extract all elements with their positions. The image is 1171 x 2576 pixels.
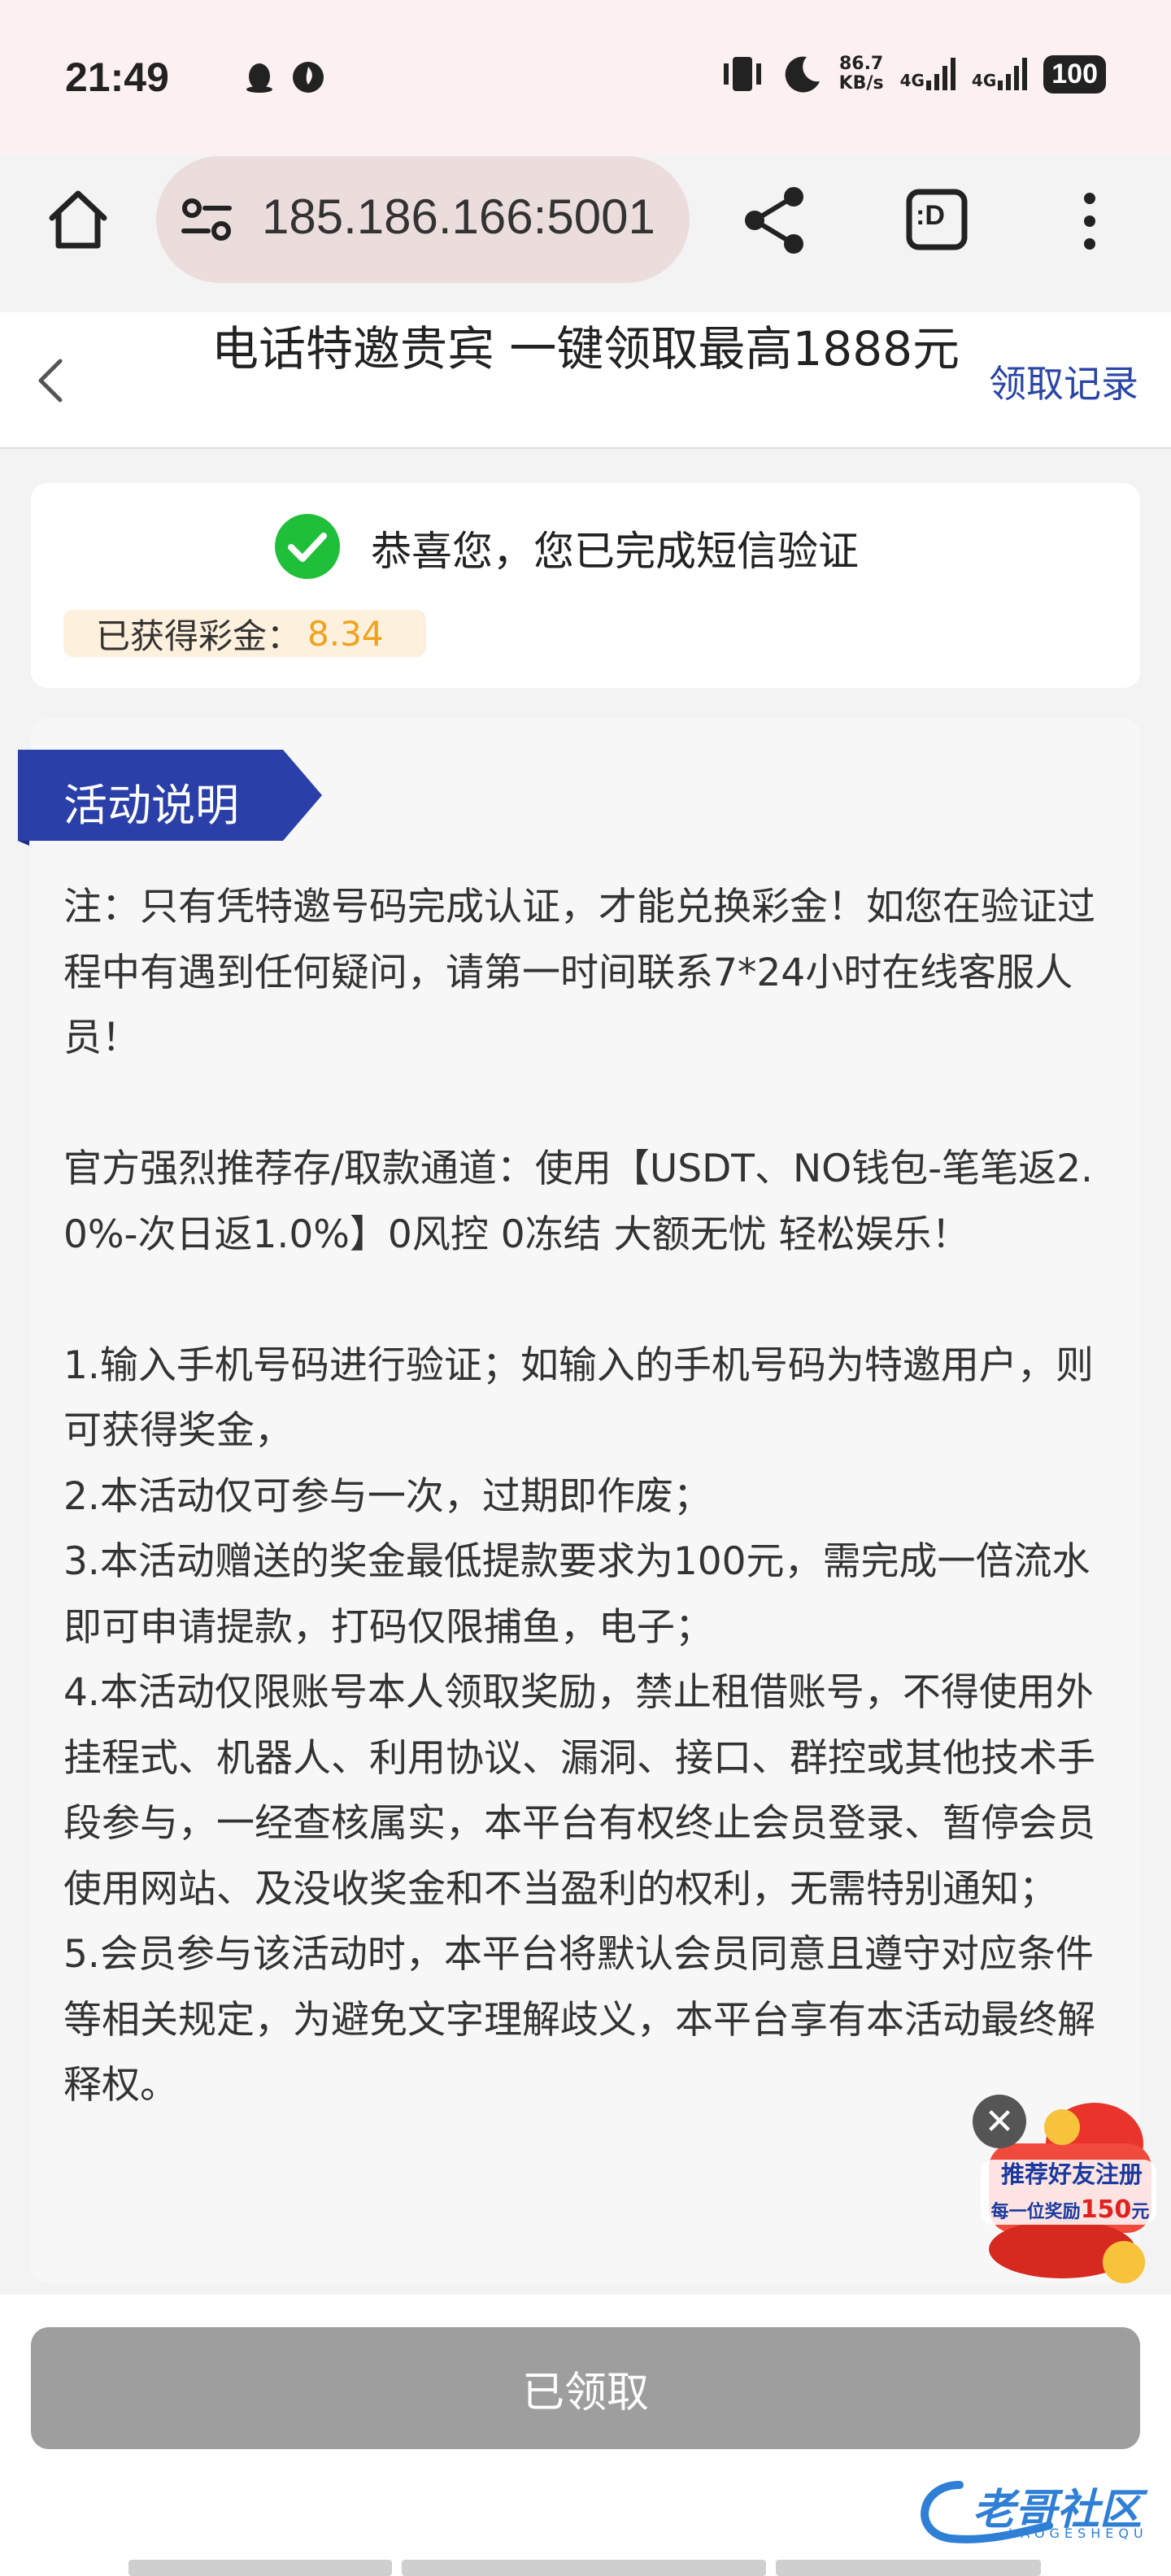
signal-2: 4G bbox=[971, 58, 1028, 90]
battery-icon: 100 bbox=[1043, 54, 1106, 94]
gesture-bar-segment bbox=[776, 2560, 1041, 2576]
promo-close-button[interactable]: ✕ bbox=[973, 2095, 1026, 2148]
page-header: 电话特邀贵宾 一键领取最高1888元 领取记录 bbox=[0, 312, 1171, 449]
activity-body: 注：只有凭特邀号码完成认证，才能兑换彩金！如您在验证过程中有遇到任何疑问，请第一… bbox=[63, 875, 1112, 2119]
promo-title[interactable]: 推荐好友注册 bbox=[982, 2160, 1161, 2189]
activity-rule-3: 3.本活动赠送的奖金最低提款要求为100元，需完成一倍流水即可申请提款，打码仅限… bbox=[63, 1539, 1090, 1650]
promo-reward-unit: 元 bbox=[1131, 2202, 1150, 2222]
net-speed-unit: KB/s bbox=[838, 73, 884, 94]
bonus-label: 已获得彩金： bbox=[96, 616, 302, 656]
back-arrow-icon[interactable] bbox=[33, 355, 68, 407]
success-message: 恭喜您，您已完成短信验证 bbox=[371, 528, 859, 575]
activity-rule-2: 2.本活动仅可参与一次，过期即作废； bbox=[63, 1473, 712, 1519]
activity-note: 注：只有凭特邀号码完成认证，才能兑换彩金！如您在验证过程中有遇到任何疑问，请第一… bbox=[63, 885, 1095, 1060]
flame-app-icon bbox=[293, 62, 324, 93]
vibrate-icon bbox=[723, 57, 761, 91]
verification-success-card: 恭喜您，您已完成短信验证 已获得彩金： 8.34 bbox=[31, 483, 1140, 688]
address-bar[interactable]: 185.186.166:5001 bbox=[156, 156, 690, 283]
status-bar: 21:49 86.7 KB/s 4G 4G 100 bbox=[0, 0, 1171, 154]
share-icon[interactable] bbox=[738, 184, 810, 257]
moon-icon bbox=[785, 56, 820, 93]
signal-icon bbox=[998, 58, 1028, 90]
more-menu-icon[interactable] bbox=[1073, 189, 1106, 254]
gesture-bar-segment bbox=[402, 2560, 766, 2576]
activity-rule-5: 5.会员参与该活动时，本平台将默认会员同意且遵守对应条件等相关规定，为避免文字理… bbox=[63, 1932, 1095, 2108]
home-icon[interactable] bbox=[46, 187, 111, 252]
net-speed-value: 86.7 bbox=[838, 54, 884, 74]
signal-icon bbox=[925, 58, 956, 90]
notification-icons bbox=[242, 60, 325, 94]
qq-penguin-icon bbox=[246, 63, 272, 93]
check-circle-icon bbox=[275, 514, 340, 579]
promo-reward-prefix: 每一位奖励 bbox=[990, 2202, 1081, 2222]
gesture-bar-segment bbox=[128, 2560, 392, 2576]
activity-tag: 活动说明 bbox=[18, 750, 322, 846]
signal-1-label: 4G bbox=[899, 71, 925, 90]
tabs-label: :D bbox=[916, 200, 945, 231]
promo-reward-amount: 150 bbox=[1080, 2195, 1132, 2224]
page-title: 电话特邀贵宾 一键领取最高1888元 bbox=[211, 321, 960, 376]
signal-1: 4G bbox=[900, 58, 956, 90]
tabs-button[interactable]: :D bbox=[904, 187, 969, 252]
url-text[interactable]: 185.186.166:5001 bbox=[262, 189, 668, 245]
activity-rule-1: 1.输入手机号码进行验证；如输入的手机号码为特邀用户，则可获得奖金， bbox=[63, 1342, 1094, 1454]
net-speed: 86.7 KB/s bbox=[839, 54, 884, 94]
promo-reward[interactable]: 每一位奖励150元 bbox=[989, 2195, 1151, 2224]
bonus-value: 8.34 bbox=[307, 613, 384, 654]
status-time: 21:49 bbox=[65, 54, 169, 100]
site-settings-icon[interactable] bbox=[181, 197, 233, 242]
claim-records-link[interactable]: 领取记录 bbox=[989, 355, 1138, 408]
activity-tag-label: 活动说明 bbox=[63, 780, 239, 831]
system-icons: 86.7 KB/s 4G 4G 100 bbox=[719, 54, 1106, 94]
activity-recommend: 官方强烈推荐存/取款通道：使用【USDT、NO钱包-笔笔返2.0%-次日返1.0… bbox=[63, 1147, 1093, 1257]
watermark-subtext: LAOGESHEQU bbox=[1008, 2526, 1148, 2541]
activity-rule-4: 4.本活动仅限账号本人领取奖励，禁止租借账号，不得使用外挂程式、机器人、利用协议… bbox=[63, 1670, 1095, 1912]
claimed-button[interactable]: 已领取 bbox=[31, 2327, 1140, 2449]
bonus-badge: 已获得彩金： 8.34 bbox=[63, 610, 426, 657]
signal-2-label: 4G bbox=[971, 71, 997, 90]
